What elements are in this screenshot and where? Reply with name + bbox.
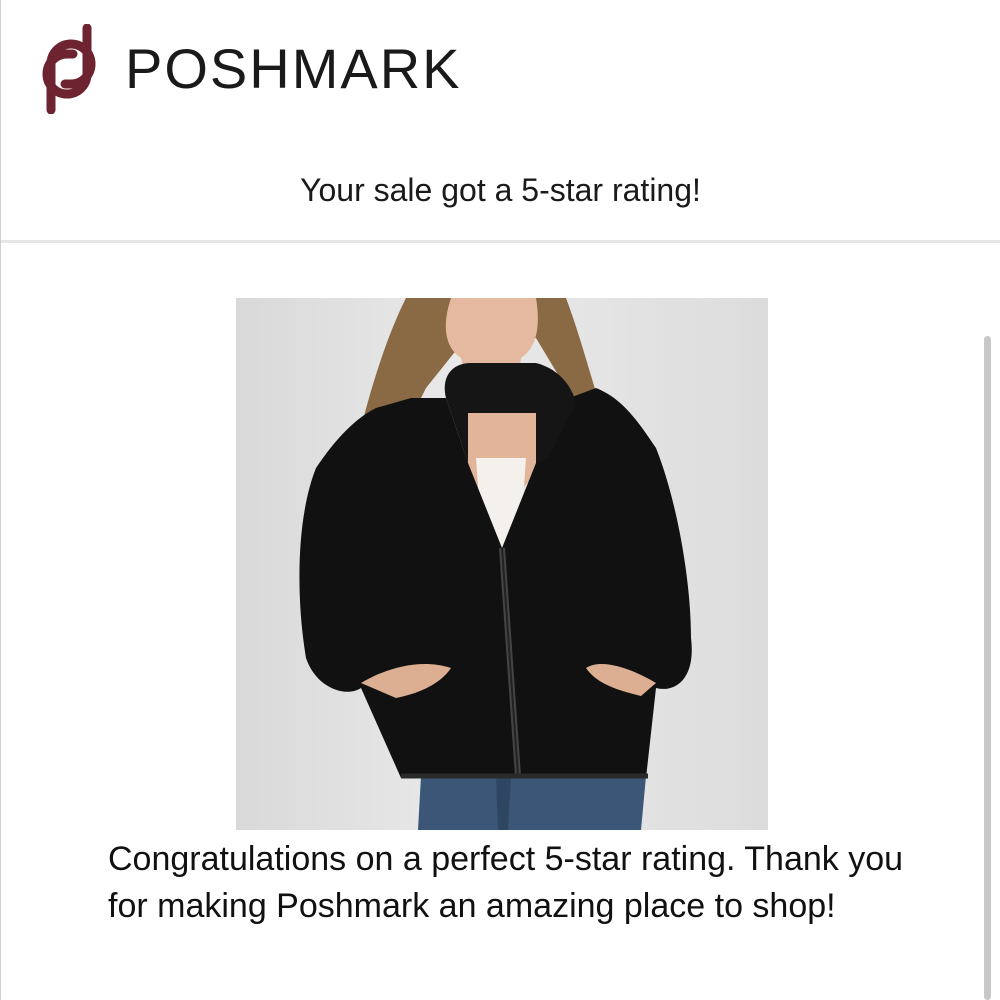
divider: [1, 240, 1000, 243]
header: POSHMARK: [29, 24, 462, 114]
email-subject: Your sale got a 5-star rating!: [300, 172, 701, 208]
jacket-photo-illustration: [299, 298, 692, 830]
scrollbar[interactable]: [984, 336, 991, 1000]
product-image[interactable]: [236, 298, 768, 830]
email-page: POSHMARK Your sale got a 5-star rating!: [0, 0, 1000, 1000]
email-message: Congratulations on a perfect 5-star rati…: [108, 840, 904, 925]
brand-name: POSHMARK: [125, 37, 462, 100]
poshmark-logo-icon: [42, 24, 96, 114]
